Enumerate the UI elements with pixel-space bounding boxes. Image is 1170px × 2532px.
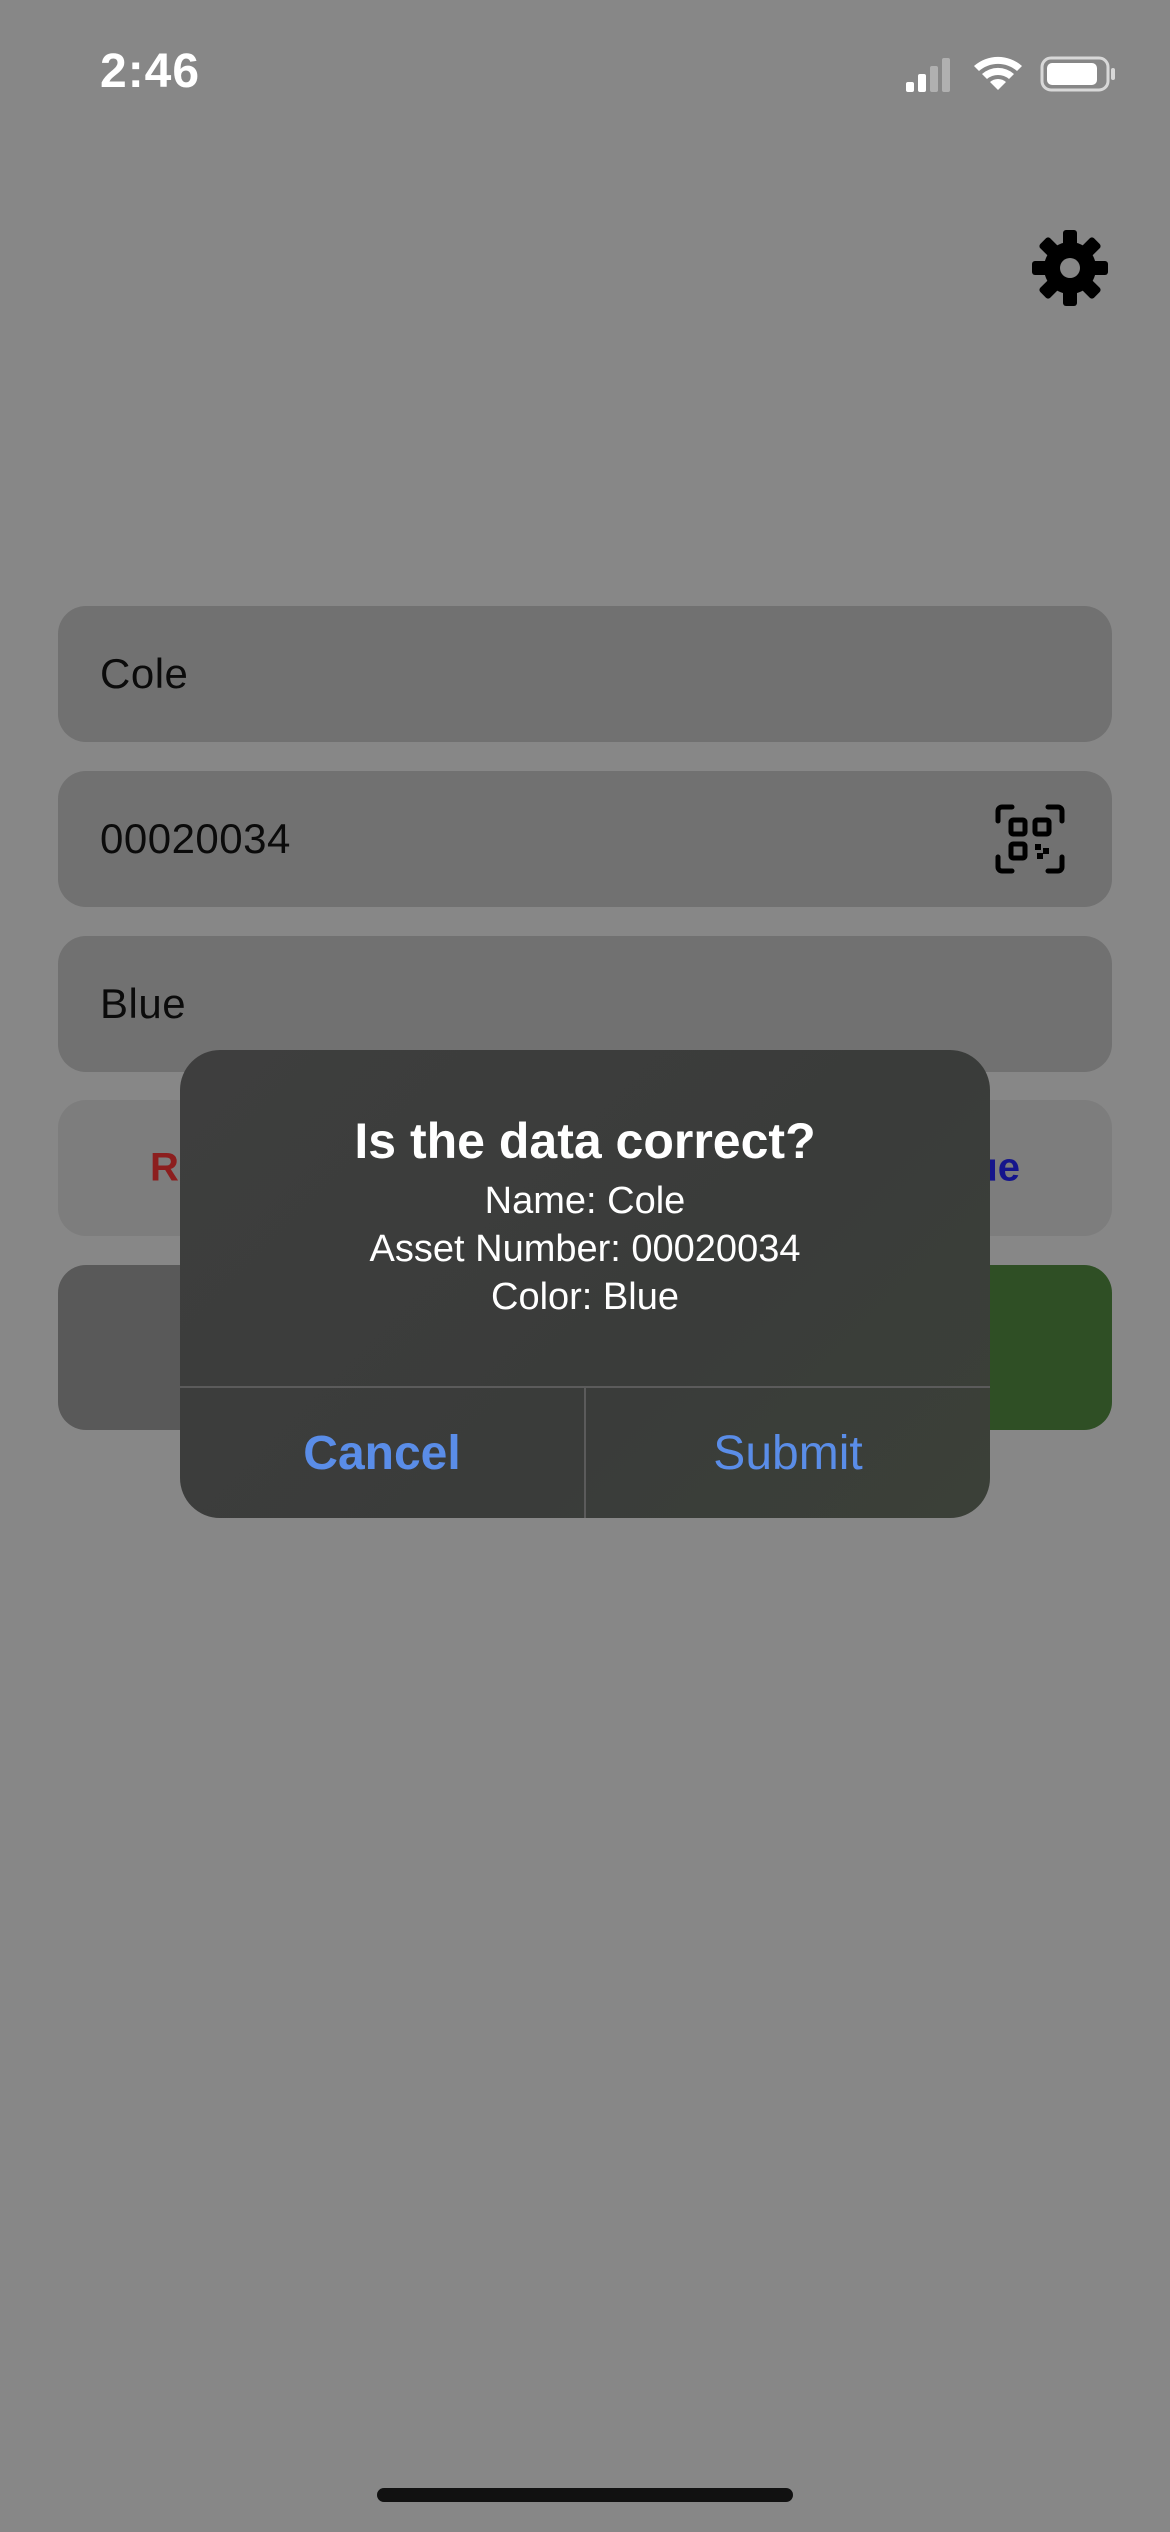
confirmation-alert: Is the data correct? Name: Cole Asset Nu… — [180, 1050, 990, 1518]
submit-button[interactable]: Submit — [586, 1388, 990, 1518]
alert-asset-line: Asset Number: 00020034 — [369, 1228, 801, 1270]
battery-icon — [1040, 56, 1115, 92]
color-field-value: Blue — [100, 980, 187, 1027]
alert-title: Is the data correct? — [354, 1113, 816, 1169]
gear-icon[interactable] — [1030, 228, 1110, 308]
asset-number-field-value: 00020034 — [100, 815, 291, 862]
status-time: 2:46 — [100, 45, 201, 98]
qr-code-icon[interactable] — [994, 803, 1066, 875]
wifi-icon — [974, 56, 1022, 90]
name-field-value: Cole — [100, 650, 189, 697]
alert-color-line: Color: Blue — [491, 1276, 679, 1318]
asset-number-field[interactable]: 00020034 — [58, 771, 1112, 907]
status-icons — [906, 56, 1115, 92]
alert-name-line: Name: Cole — [484, 1180, 686, 1222]
name-field[interactable]: Cole — [58, 606, 1112, 742]
color-option-red[interactable]: R — [150, 1146, 179, 1191]
cancel-button[interactable]: Cancel — [180, 1388, 584, 1518]
home-indicator[interactable] — [377, 2488, 793, 2502]
cellular-signal-icon — [906, 58, 950, 92]
